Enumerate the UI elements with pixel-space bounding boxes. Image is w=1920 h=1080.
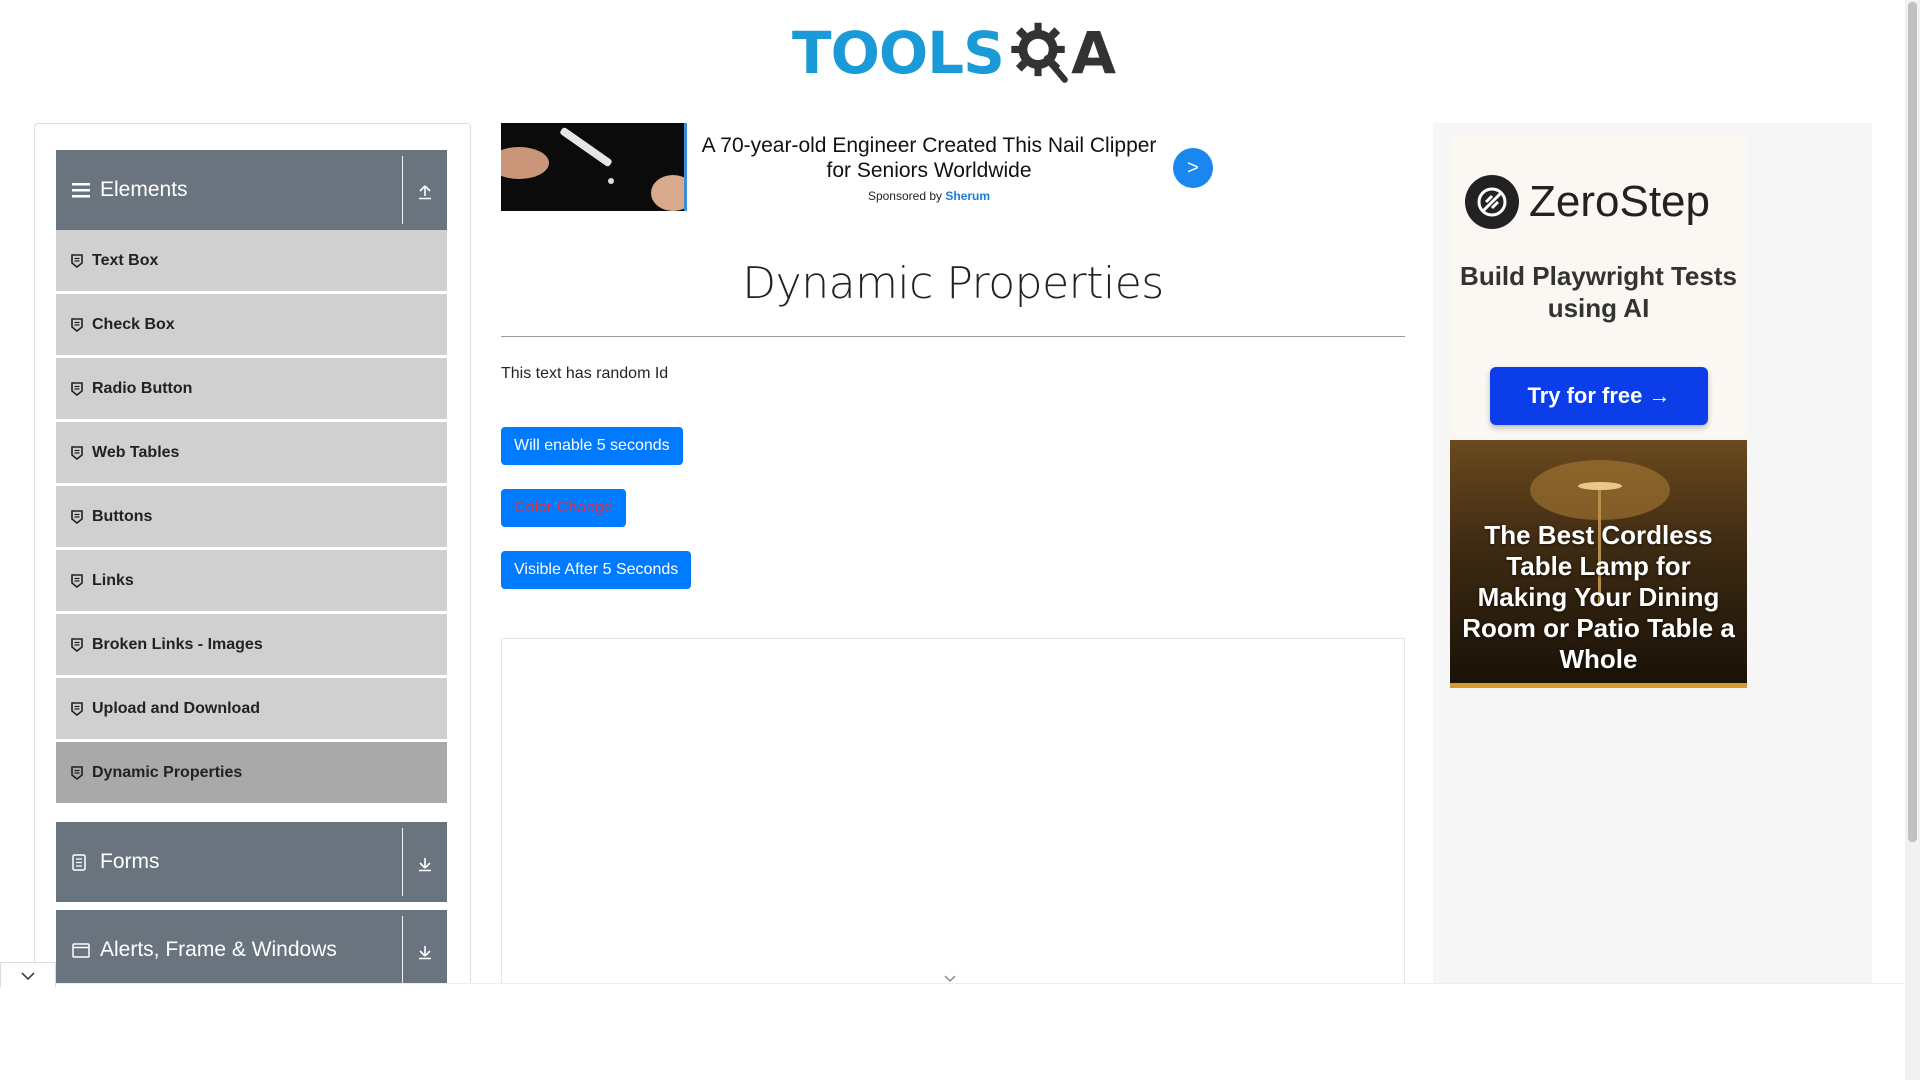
nav-item-text-box[interactable]: Text Box (56, 230, 447, 292)
page-scrollbar[interactable] (1905, 0, 1920, 1080)
nav-item-label: Buttons (92, 507, 153, 525)
item-icon (71, 445, 89, 460)
nav-group-forms[interactable]: Forms (56, 822, 447, 902)
ad-title[interactable]: A 70-year-old Engineer Created This Nail… (701, 133, 1157, 183)
nav-item-buttons[interactable]: Buttons (56, 486, 447, 548)
item-icon (71, 509, 89, 524)
nav-group-label: Forms (100, 850, 160, 873)
sponsor-prefix: Sponsored by (867, 189, 943, 203)
ad-image (501, 123, 687, 211)
nav-item-label: Web Tables (92, 443, 180, 461)
gear-magnifier-icon (1011, 22, 1068, 83)
nav-group-label: Elements (100, 178, 188, 201)
nav-item-label: Dynamic Properties (92, 763, 243, 781)
nav-item-links[interactable]: Links (56, 550, 447, 612)
nav-item-label: Upload and Download (92, 699, 260, 717)
nav-item-label: Text Box (92, 251, 159, 269)
expand-arrow-icon[interactable] (411, 938, 439, 966)
divider (402, 828, 403, 896)
nav-item-label: Broken Links - Images (92, 635, 263, 653)
ad-placeholder-box (501, 638, 1405, 1008)
logo-suffix: A (1071, 19, 1116, 87)
nav-item-radio-button[interactable]: Radio Button (56, 358, 447, 420)
random-id-text: This text has random Id (501, 365, 669, 382)
collapse-arrow-icon[interactable] (411, 178, 439, 206)
zerostep-ad[interactable]: ZeroStep Build Playwright Tests using AI… (1450, 135, 1747, 437)
nav-group-alerts[interactable]: Alerts, Frame & Windows (56, 910, 447, 990)
title-divider (501, 336, 1405, 337)
zerostep-tagline: Build Playwright Tests using AI (1460, 261, 1737, 323)
right-sidebar-ad: ZeroStep Build Playwright Tests using AI… (1433, 123, 1872, 1003)
lamp-ad-text: The Best Cordless Table Lamp for Making … (1462, 520, 1735, 674)
bottom-ad-bar (0, 983, 1905, 1080)
item-icon (71, 765, 89, 780)
collapse-ad-tab[interactable] (0, 962, 56, 988)
scrollbar-thumb[interactable] (1908, 2, 1917, 842)
window-icon (72, 942, 100, 958)
zerostep-brand: ZeroStep (1529, 177, 1710, 226)
item-icon (71, 573, 89, 588)
zerostep-logo-icon (1465, 175, 1519, 229)
site-header: TOOLS A (0, 0, 1905, 98)
nav-item-dynamic-properties[interactable]: Dynamic Properties (56, 742, 447, 804)
document-icon (72, 853, 100, 871)
visible-after-button[interactable]: Visible After 5 Seconds (501, 551, 692, 589)
nav-item-upload-download[interactable]: Upload and Download (56, 678, 447, 740)
zerostep-logo: ZeroStep (1465, 175, 1710, 229)
item-icon (71, 701, 89, 716)
color-change-button[interactable]: Color Change (501, 489, 626, 527)
try-for-free-button[interactable]: Try for free → (1490, 367, 1708, 425)
left-nav-panel: Elements Text Box Check Box Radio Button… (34, 123, 471, 1003)
nav-item-check-box[interactable]: Check Box (56, 294, 447, 356)
enable-after-button[interactable]: Will enable 5 seconds (501, 427, 683, 465)
hamburger-icon (72, 182, 100, 198)
ad-sponsor: Sponsored by Sherum (701, 189, 1157, 203)
ad-next-button[interactable]: > (1173, 148, 1213, 188)
nav-item-label: Links (92, 571, 134, 589)
item-icon (71, 317, 89, 332)
divider (402, 156, 403, 224)
nav-item-label: Radio Button (92, 379, 193, 397)
divider (402, 916, 403, 984)
chevron-down-icon (21, 971, 35, 980)
nav-item-web-tables[interactable]: Web Tables (56, 422, 447, 484)
nav-item-label: Check Box (92, 315, 175, 333)
item-icon (71, 253, 89, 268)
lamp-ad[interactable]: The Best Cordless Table Lamp for Making … (1450, 440, 1747, 688)
sponsored-ad-banner[interactable]: A 70-year-old Engineer Created This Nail… (501, 123, 1213, 213)
nav-group-elements[interactable]: Elements (56, 150, 447, 230)
item-icon (71, 381, 89, 396)
page-title: Dynamic Properties (742, 258, 1164, 309)
nav-group-label: Alerts, Frame & Windows (100, 938, 337, 961)
nav-item-broken-links[interactable]: Broken Links - Images (56, 614, 447, 676)
logo-text: TOOLS (792, 19, 1005, 87)
expand-arrow-icon[interactable] (411, 850, 439, 878)
item-icon (71, 637, 89, 652)
sponsor-name[interactable]: Sherum (945, 189, 990, 203)
toolsqa-logo[interactable]: TOOLS A (792, 14, 1116, 92)
